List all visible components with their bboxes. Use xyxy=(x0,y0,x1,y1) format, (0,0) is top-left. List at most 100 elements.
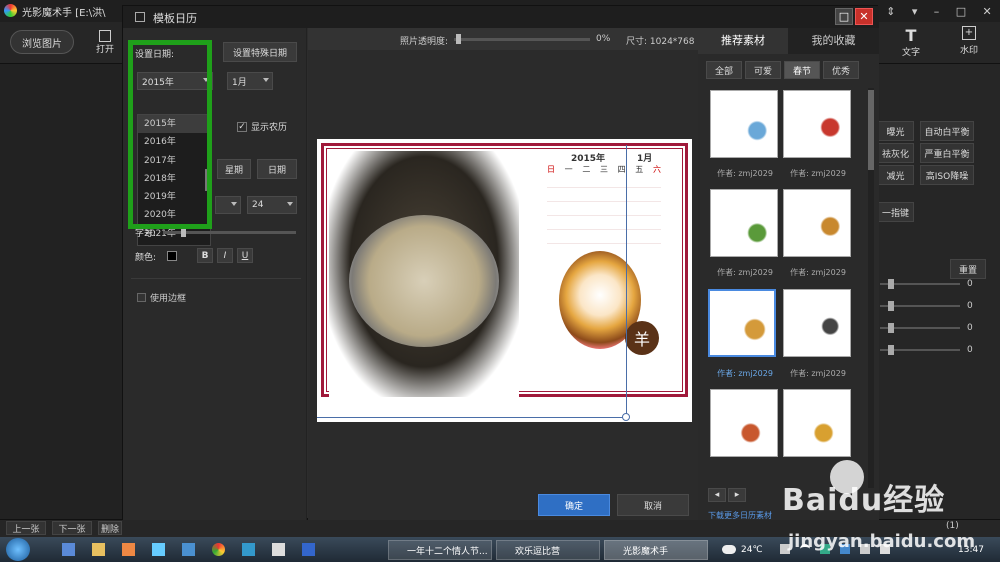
resize-handle[interactable] xyxy=(622,413,630,421)
adjust-slider-1[interactable] xyxy=(880,279,960,289)
filter-cute[interactable]: 可爱 xyxy=(745,61,781,79)
chevron-down-icon xyxy=(263,78,269,82)
chrome-icon[interactable] xyxy=(212,543,225,556)
template-thumbnail[interactable] xyxy=(783,189,851,257)
strong-white-balance-button[interactable]: 严重白平衡 xyxy=(920,143,974,163)
watermark-button[interactable]: + 水印 xyxy=(953,26,985,60)
adjust-slider-2[interactable] xyxy=(880,301,960,311)
month-select-value: 1月 xyxy=(232,77,247,88)
calendar-year: 2015年 xyxy=(571,154,606,164)
zodiac-label: 羊 xyxy=(633,330,650,349)
underline-button[interactable]: U xyxy=(237,248,253,263)
app-icon[interactable] xyxy=(272,543,285,556)
slider-thumb[interactable] xyxy=(888,323,894,333)
scrollbar-thumb[interactable] xyxy=(868,90,874,170)
delete-button[interactable]: 删除 xyxy=(98,521,122,535)
ok-button[interactable]: 确定 xyxy=(538,494,610,516)
one-click-button[interactable]: 一指键 xyxy=(877,202,914,222)
color-label: 颜色: xyxy=(135,253,157,263)
app-icon[interactable] xyxy=(152,543,165,556)
template-thumbnail[interactable] xyxy=(783,289,851,357)
template-thumbnail[interactable] xyxy=(710,90,778,158)
week-button[interactable]: 星期 xyxy=(217,159,251,179)
font-size-select[interactable]: 24 xyxy=(247,196,297,214)
template-thumbnail-selected[interactable] xyxy=(708,289,776,357)
start-button[interactable] xyxy=(6,538,30,561)
checkbox-box xyxy=(137,293,146,302)
use-border-checkbox[interactable]: 使用边框 xyxy=(137,291,186,304)
iso-denoise-button[interactable]: 高ISO降噪 xyxy=(920,165,974,185)
adjust-slider-3[interactable] xyxy=(880,323,960,333)
color-swatch[interactable] xyxy=(167,251,177,261)
tab-favorites[interactable]: 我的收藏 xyxy=(788,28,879,54)
font-slider[interactable] xyxy=(163,227,296,237)
page-prev-button[interactable]: ◂ xyxy=(708,488,726,502)
browse-images-button[interactable]: 浏览图片 xyxy=(10,30,74,54)
cancel-button[interactable]: 取消 xyxy=(617,494,689,516)
app-icon[interactable] xyxy=(122,543,135,556)
template-thumbnail[interactable] xyxy=(783,389,851,457)
baidu-watermark: Baidu经验 jingyan.baidu.com xyxy=(782,455,1000,562)
auto-white-balance-button[interactable]: 自动白平衡 xyxy=(920,121,974,141)
tab-recommended[interactable]: 推荐素材 xyxy=(698,28,788,54)
folder-icon[interactable] xyxy=(92,543,105,556)
degray-button[interactable]: 祛灰化 xyxy=(877,143,914,163)
bold-button[interactable]: B xyxy=(197,248,213,263)
opacity-slider[interactable] xyxy=(454,34,590,44)
weekday-tue: 二 xyxy=(582,165,591,174)
open-button[interactable]: 打开 xyxy=(90,28,120,58)
calendar-grid xyxy=(547,177,661,249)
date-button[interactable]: 日期 xyxy=(257,159,297,179)
next-image-button[interactable]: 下一张 xyxy=(52,521,92,535)
page-next-button[interactable]: ▸ xyxy=(728,488,746,502)
dialog-minimize-button[interactable]: □ xyxy=(835,8,853,25)
font-family-select[interactable] xyxy=(215,196,241,214)
template-thumbnail[interactable] xyxy=(710,189,778,257)
template-thumbnail[interactable] xyxy=(783,90,851,158)
text-button[interactable]: T 文字 xyxy=(895,26,927,60)
calendar-weekdays: 日 一 二 三 四 五 六 xyxy=(547,164,661,175)
template-thumbnail[interactable] xyxy=(710,389,778,457)
slider-thumb[interactable] xyxy=(888,279,894,289)
media-icon[interactable] xyxy=(302,543,315,556)
show-lunar-checkbox[interactable]: ✓ 显示农历 xyxy=(237,120,287,133)
thumbnail-author: 作者: zmj2029 xyxy=(717,169,773,178)
special-date-button[interactable]: 设置特殊日期 xyxy=(223,42,297,62)
weather-icon xyxy=(722,545,736,554)
watermark-icon: + xyxy=(962,26,976,40)
taskbar-item-photo-app[interactable]: 光影魔术手 xyxy=(604,540,708,560)
taskbar-item-firefox[interactable]: 一年十二个情人节... xyxy=(388,540,492,560)
desktop-icon[interactable] xyxy=(62,543,75,556)
size-label: 尺寸: 1024*768 xyxy=(626,37,695,47)
selection-guide-vertical[interactable] xyxy=(626,145,627,419)
dialog-close-button[interactable]: ✕ xyxy=(855,8,873,25)
download-more-link[interactable]: 下载更多日历素材 xyxy=(708,510,772,521)
search-icon[interactable] xyxy=(182,543,195,556)
minimize-icon[interactable]: – xyxy=(934,5,940,18)
month-select[interactable]: 1月 xyxy=(227,72,273,90)
filter-excellent[interactable]: 优秀 xyxy=(823,61,859,79)
panel-scrollbar[interactable] xyxy=(868,88,874,488)
watermark-brand: Baidu经验 xyxy=(782,483,946,518)
app-icon[interactable] xyxy=(242,543,255,556)
close-icon[interactable]: ✕ xyxy=(983,5,992,18)
slider-thumb[interactable] xyxy=(888,301,894,311)
app-left-panel xyxy=(0,64,122,519)
selection-guide-horizontal[interactable] xyxy=(317,417,626,418)
nav-icon[interactable]: ⇕ xyxy=(886,5,895,18)
maximize-icon[interactable]: □ xyxy=(956,5,966,18)
dim-button[interactable]: 减光 xyxy=(877,165,914,185)
slider-thumb[interactable] xyxy=(456,34,461,44)
material-panel: 推荐素材 我的收藏 全部 可爱 春节 优秀 作者: zmj2029 作者: zm… xyxy=(698,28,879,520)
taskbar-item-chat[interactable]: 欢乐逗比营 xyxy=(496,540,600,560)
exposure-button[interactable]: 曝光 xyxy=(877,121,914,141)
slider-thumb[interactable] xyxy=(888,345,894,355)
adjust-slider-4[interactable] xyxy=(880,345,960,355)
italic-button[interactable]: I xyxy=(217,248,233,263)
filter-spring-festival[interactable]: 春节 xyxy=(784,61,820,79)
menu-icon[interactable]: ▾ xyxy=(912,5,918,18)
filter-all[interactable]: 全部 xyxy=(706,61,742,79)
prev-image-button[interactable]: 上一张 xyxy=(6,521,46,535)
reset-button[interactable]: 重置 xyxy=(950,259,986,279)
text-icon: T xyxy=(905,26,917,45)
